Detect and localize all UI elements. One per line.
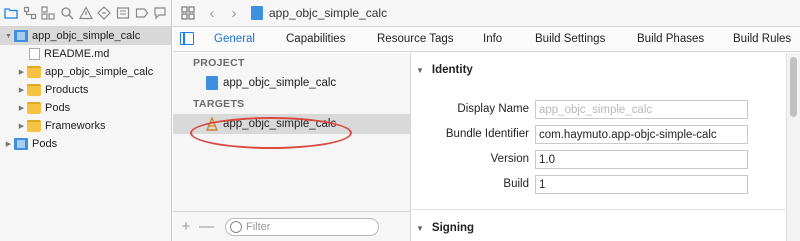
add-target-button[interactable]: + [179,218,193,235]
xcode-project-icon [206,76,218,90]
tree-item-label: Pods [32,138,58,150]
xcode-project-icon [251,6,263,20]
report-icon[interactable] [152,4,168,22]
tree-item-group-app[interactable]: ▶ app_objc_simple_calc [0,63,171,81]
tree-item-label: Products [45,84,89,96]
signing-section-header[interactable]: ▼ Signing [416,222,474,234]
back-arrow-icon[interactable]: ‹ [207,5,217,22]
tree-item-label: README.md [44,48,110,60]
folder-icon [27,84,41,96]
section-divider [412,209,786,210]
remove-target-button[interactable]: — [199,218,214,235]
disclosure-expanded-icon[interactable]: ▼ [3,31,14,42]
target-item[interactable]: app_objc_simple_calc [173,114,410,134]
disclosure-collapsed-icon[interactable]: ▶ [16,67,27,78]
bundle-identifier-field[interactable] [535,125,748,144]
navigator-tree: ▼ app_objc_simple_calc README.md ▶ app_o… [0,27,171,153]
breakpoint-icon[interactable] [134,4,150,22]
scrollbar-thumb[interactable] [790,57,797,117]
breadcrumb[interactable]: app_objc_simple_calc [269,6,387,20]
tree-item-readme[interactable]: README.md [0,45,171,63]
tab-capabilities[interactable]: Capabilities [286,33,345,45]
disclosure-expanded-icon[interactable]: ▼ [416,66,424,75]
related-items-grid-icon[interactable] [181,6,195,20]
vertical-scrollbar[interactable] [786,53,800,241]
hide-targets-panel-icon[interactable] [180,32,194,45]
folder-icon [27,120,41,132]
project-section-header: PROJECT [193,57,245,69]
bundle-identifier-label: Bundle Identifier [445,128,529,140]
disclosure-collapsed-icon[interactable]: ▶ [16,103,27,114]
version-field[interactable] [535,150,748,169]
identity-section-header[interactable]: ▼ Identity [416,64,473,76]
display-name-field[interactable] [535,100,748,119]
tree-item-frameworks[interactable]: ▶ Frameworks [0,117,171,135]
build-label: Build [503,178,529,190]
filter-field[interactable] [225,217,379,236]
tree-item-label: app_objc_simple_calc [45,66,154,78]
folder-icon [27,102,41,114]
project-navigator: ▼ app_objc_simple_calc README.md ▶ app_o… [0,0,172,241]
build-field[interactable] [535,175,748,194]
tab-general[interactable]: General [214,33,255,45]
search-icon[interactable] [59,4,75,22]
disclosure-collapsed-icon[interactable]: ▶ [16,121,27,132]
disclosure-collapsed-icon[interactable]: ▶ [3,139,14,150]
tree-item-project-pods[interactable]: ▶ Pods [0,135,171,153]
debug-icon[interactable] [115,4,131,22]
project-item-label: app_objc_simple_calc [223,77,337,89]
tree-item-label: Pods [45,102,71,114]
signing-section-title: Signing [431,222,475,234]
jump-bar: ‹ › app_objc_simple_calc [173,0,800,27]
tab-info[interactable]: Info [483,33,502,45]
general-settings: ▼ Identity Display Name Bundle Identifie… [412,53,786,241]
tree-item-label: Frameworks [45,120,106,132]
test-icon[interactable] [96,4,112,22]
tree-item-label: app_objc_simple_calc [32,30,141,42]
project-targets-list: PROJECT app_objc_simple_calc TARGETS app… [173,53,411,241]
folder-icon [27,66,41,78]
tree-item-products[interactable]: ▶ Products [0,81,171,99]
xcode-project-icon [14,30,28,42]
folder-icon[interactable] [3,4,19,22]
filter-input[interactable] [246,220,371,233]
identity-section-title: Identity [431,64,473,76]
version-label: Version [490,153,529,165]
targets-section-header: TARGETS [193,98,245,110]
tree-item-pods-group[interactable]: ▶ Pods [0,99,171,117]
project-item[interactable]: app_objc_simple_calc [173,73,410,93]
xcode-project-icon [14,138,28,150]
disclosure-collapsed-icon[interactable]: ▶ [16,85,27,96]
warning-icon[interactable] [78,4,94,22]
app-target-icon [206,117,218,131]
disclosure-expanded-icon[interactable]: ▼ [416,224,424,233]
tree-item-project-app[interactable]: ▼ app_objc_simple_calc [0,27,171,45]
tab-build-phases[interactable]: Build Phases [637,33,704,45]
display-name-label: Display Name [457,103,529,115]
tab-build-settings[interactable]: Build Settings [535,33,605,45]
navigator-toolbar [0,0,171,27]
source-control-icon[interactable] [22,4,38,22]
forward-arrow-icon[interactable]: › [229,5,239,22]
tab-build-rules[interactable]: Build Rules [733,33,791,45]
tab-resource-tags[interactable]: Resource Tags [377,33,454,45]
hierarchy-icon[interactable] [40,4,56,22]
target-item-label: app_objc_simple_calc [223,118,337,130]
document-icon [29,48,40,60]
filter-icon [230,220,242,233]
editor-tab-bar: General Capabilities Resource Tags Info … [173,27,800,52]
targets-pane-footer: + — [173,211,410,241]
